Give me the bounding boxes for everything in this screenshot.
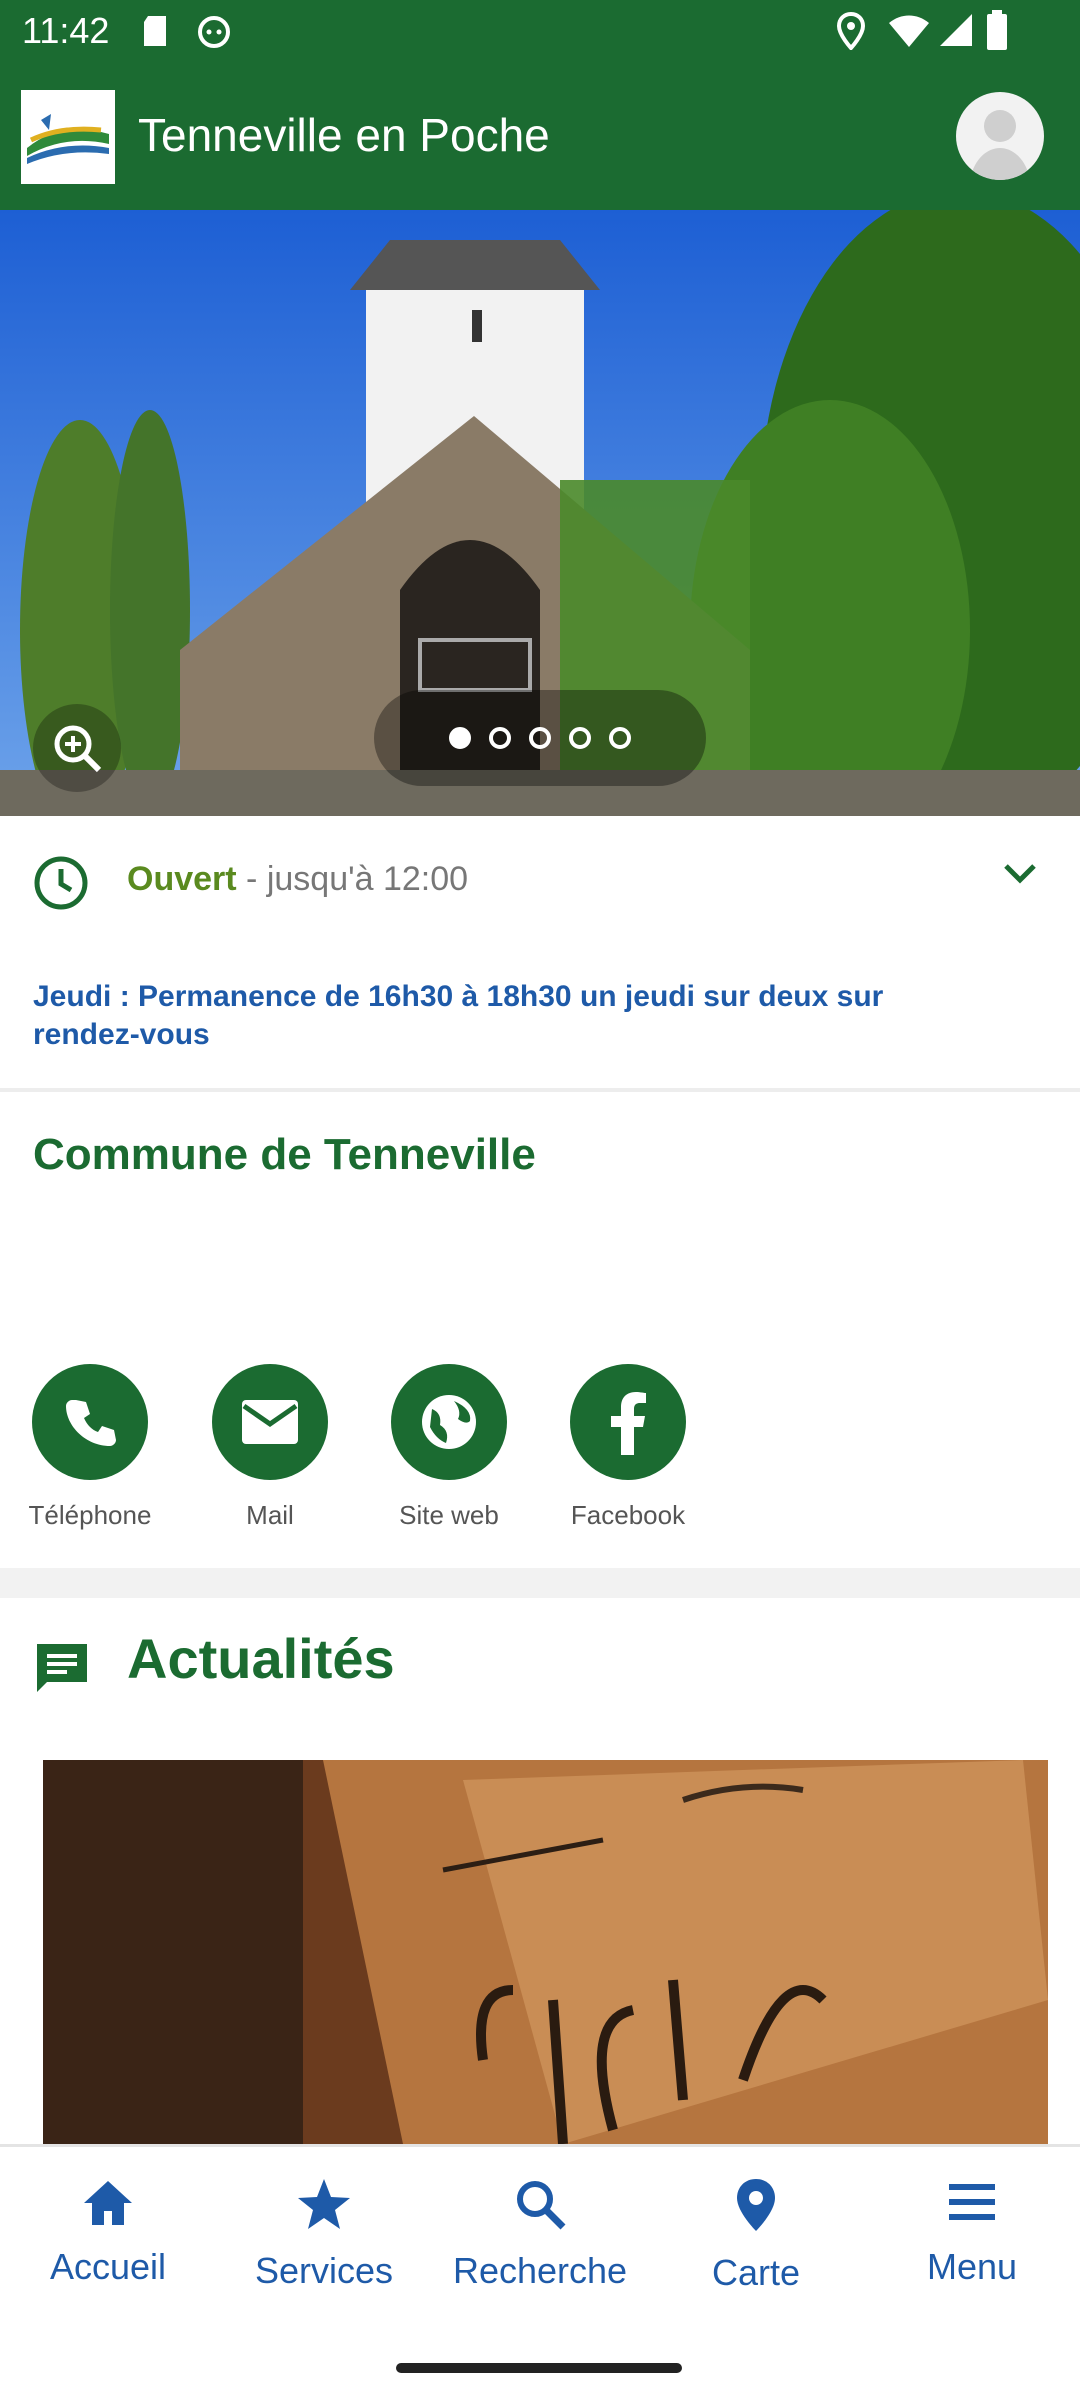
app-bar: Tenneville en Poche <box>0 62 1080 210</box>
phone-icon <box>66 1400 116 1446</box>
facebook-circle[interactable] <box>570 1364 686 1480</box>
website-label: Site web <box>399 1500 499 1530</box>
facebook-icon <box>611 1392 646 1455</box>
nav-map-label: Carte <box>711 2252 801 2293</box>
schedule-notice: Jeudi : Permanence de 16h30 à 18h30 un j… <box>33 980 884 1051</box>
carousel-dot[interactable] <box>609 727 631 749</box>
carousel-dot[interactable] <box>489 727 511 749</box>
nav-search[interactable]: Recherche <box>432 2177 648 2292</box>
hero-image-carousel[interactable] <box>0 210 1080 816</box>
clock-icon <box>34 856 88 910</box>
android-face-icon <box>198 16 230 48</box>
open-until: - jusqu'à 12:00 <box>246 860 469 898</box>
website-circle[interactable] <box>391 1364 507 1480</box>
mail-circle[interactable] <box>212 1364 328 1480</box>
phone-circle[interactable] <box>32 1364 148 1480</box>
carousel-dot[interactable] <box>449 727 471 749</box>
menu-icon <box>949 2184 995 2220</box>
opening-status: Ouvert - jusqu'à 12:00 <box>127 860 468 899</box>
status-time: 11:42 <box>22 10 110 51</box>
news-icon <box>37 1644 87 1692</box>
app-title: Tenneville en Poche <box>138 109 550 161</box>
nav-map[interactable]: Carte <box>648 2177 864 2294</box>
status-bar: 11:42 <box>0 0 1080 62</box>
zoom-button[interactable] <box>33 704 121 792</box>
home-icon <box>84 2181 132 2225</box>
nav-home[interactable]: Accueil <box>0 2177 216 2288</box>
phone-label: Téléphone <box>28 1500 152 1530</box>
mail-label: Mail <box>246 1500 294 1530</box>
star-icon <box>298 2179 350 2229</box>
mail-icon <box>242 1400 298 1444</box>
place-name: Commune de Tenneville <box>33 1130 536 1179</box>
signal-icon <box>940 14 972 46</box>
carousel-dot[interactable] <box>529 727 551 749</box>
map-pin-icon <box>737 2179 775 2231</box>
phone-button[interactable]: Téléphone <box>15 1364 165 1531</box>
nav-services-label: Services <box>254 2250 394 2291</box>
facebook-button[interactable]: Facebook <box>553 1364 703 1531</box>
section-divider <box>0 1568 1080 1598</box>
news-section-title: Actualités <box>127 1627 395 1690</box>
location-icon <box>836 12 866 50</box>
open-label: Ouvert <box>127 860 237 898</box>
nav-search-label: Recherche <box>452 2250 628 2291</box>
divider <box>0 1088 1080 1092</box>
opening-hours-row[interactable]: Ouvert - jusqu'à 12:00 <box>0 816 1080 910</box>
facebook-label: Facebook <box>570 1500 686 1530</box>
news-card-image[interactable] <box>43 1760 1048 2144</box>
mail-button[interactable]: Mail <box>195 1364 345 1531</box>
chevron-down-icon[interactable] <box>1002 862 1038 886</box>
home-indicator[interactable] <box>396 2363 682 2373</box>
nav-menu-label: Menu <box>926 2246 1018 2287</box>
search-icon <box>517 2181 566 2230</box>
app-logo <box>21 90 115 184</box>
carousel-indicator <box>374 690 706 786</box>
battery-icon <box>987 10 1007 50</box>
website-button[interactable]: Site web <box>374 1364 524 1531</box>
sd-card-icon <box>144 16 166 46</box>
nav-home-label: Accueil <box>49 2246 167 2287</box>
profile-avatar[interactable] <box>956 92 1044 180</box>
wifi-icon <box>889 15 929 47</box>
carousel-dot[interactable] <box>569 727 591 749</box>
nav-services[interactable]: Services <box>216 2177 432 2292</box>
zoom-in-icon <box>54 725 102 773</box>
nav-menu[interactable]: Menu <box>864 2177 1080 2288</box>
globe-icon <box>422 1395 476 1449</box>
